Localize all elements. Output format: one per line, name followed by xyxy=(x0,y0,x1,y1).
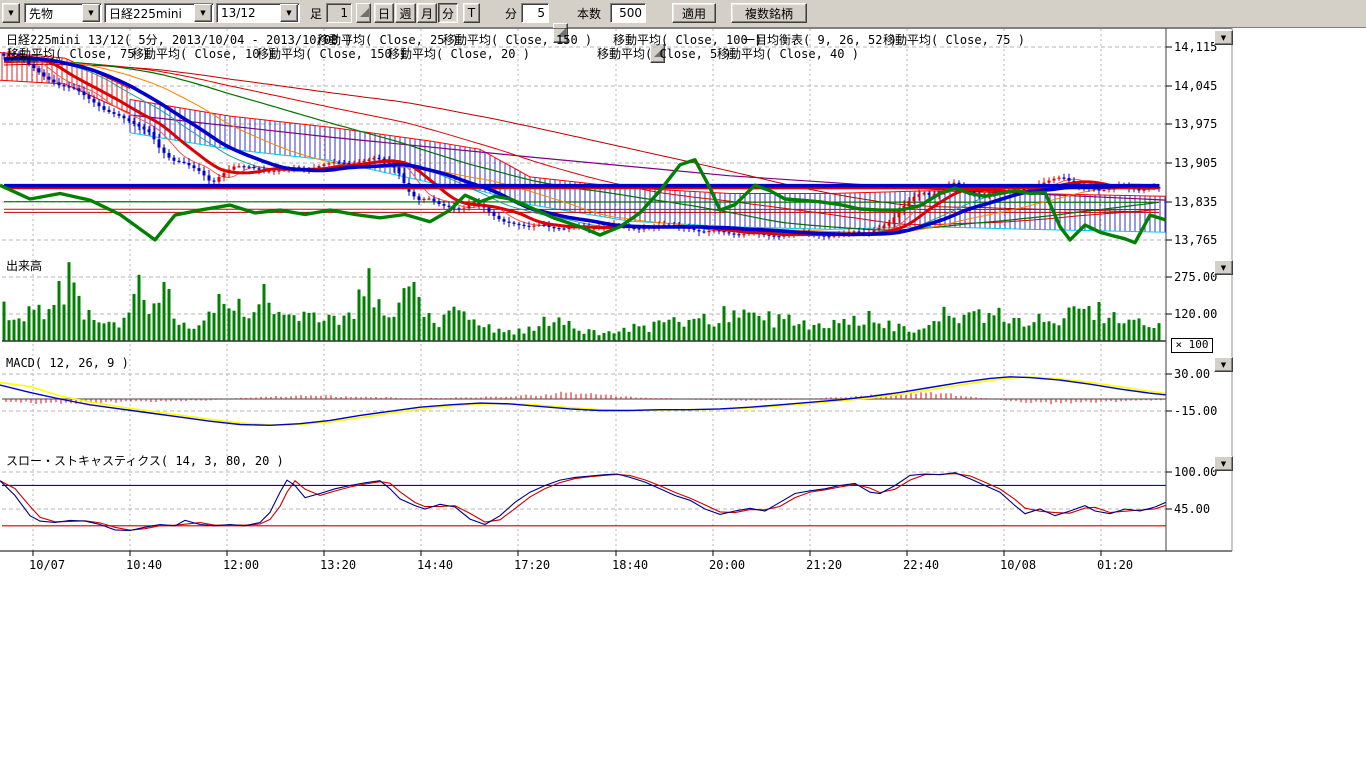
macd-axis-tick-label: 30.00 xyxy=(1174,367,1210,381)
time-axis-tick-label: 01:20 xyxy=(1097,558,1133,572)
time-axis-tick-label: 13:20 xyxy=(320,558,356,572)
volume-axis-tick-label: 275.00 xyxy=(1174,270,1217,284)
bar-type-label: 足 xyxy=(310,3,322,23)
chart-area: 日経225mini 13/12( 5分, 2013/10/04 - 2013/1… xyxy=(0,28,1366,588)
time-axis-tick-label: 10/08 xyxy=(1000,558,1036,572)
category-combobox-value: 先物 xyxy=(25,3,81,24)
macd-pane-options-dropdown[interactable]: ▼ xyxy=(1214,357,1233,372)
contract-month-value: 13/12 xyxy=(217,4,279,22)
bar-count-field[interactable]: 1 xyxy=(326,3,352,23)
minute-label: 分 xyxy=(505,3,517,23)
price-axis-tick-label: 14,045 xyxy=(1174,79,1217,93)
time-axis-tick-label: 20:00 xyxy=(709,558,745,572)
legend-item: 移動平均( Close, 10 ) xyxy=(132,45,274,62)
time-axis-tick-label: 14:40 xyxy=(417,558,453,572)
category-combobox[interactable]: 先物 ▼ xyxy=(24,3,102,23)
price-axis-tick-label: 13,765 xyxy=(1174,233,1217,247)
chevron-down-icon[interactable]: ▼ xyxy=(82,4,100,22)
chevron-down-icon[interactable]: ▼ xyxy=(280,4,298,22)
apply-button[interactable]: 適用 xyxy=(672,3,716,23)
period-week-button[interactable]: 週 xyxy=(395,3,416,23)
multi-symbol-button[interactable]: 複数銘柄 xyxy=(731,3,807,23)
macd-axis-tick-label: -15.00 xyxy=(1174,404,1217,418)
minute-value-field[interactable]: 5 xyxy=(521,3,549,23)
legend-item: 移動平均( Close, 20 ) xyxy=(388,45,530,62)
stochastics-pane-label: スロー・ストキャスティクス( 14, 3, 80, 20 ) xyxy=(6,452,284,469)
symbol-combobox[interactable]: 日経225mini ▼ xyxy=(104,3,214,23)
time-axis-tick-label: 21:20 xyxy=(806,558,842,572)
period-minute-button[interactable]: 分 xyxy=(438,3,458,23)
chevron-down-icon[interactable]: ▼ xyxy=(194,4,212,22)
chart-application-window: ▼ 先物 ▼ 日経225mini ▼ 13/12 ▼ 足 1 日 週 月 分 T… xyxy=(0,0,1366,768)
stochastics-pane-options-dropdown[interactable]: ▼ xyxy=(1214,456,1233,471)
bar-count-spinner[interactable] xyxy=(356,3,371,23)
volume-multiplier-badge: × 100 xyxy=(1171,338,1213,353)
volume-pane-label: 出来高 xyxy=(6,257,42,274)
legend-item: 移動平均( Close, 75 ) xyxy=(883,31,1025,48)
chart-canvas[interactable] xyxy=(0,28,1366,588)
symbol-combobox-value: 日経225mini xyxy=(105,3,193,24)
bar-quantity-field[interactable]: 500 xyxy=(610,3,646,23)
volume-pane-options-dropdown[interactable]: ▼ xyxy=(1214,260,1233,275)
time-axis-tick-label: 10/07 xyxy=(29,558,65,572)
main-pane-options-dropdown[interactable]: ▼ xyxy=(1214,30,1233,45)
legend-item: 移動平均( Close, 150 ) xyxy=(257,45,406,62)
toolbar-menu-dropdown-button[interactable]: ▼ xyxy=(2,3,20,23)
period-day-button[interactable]: 日 xyxy=(374,3,394,23)
legend-item: 移動平均( Close, 75 ) xyxy=(7,45,149,62)
price-axis-tick-label: 13,835 xyxy=(1174,195,1217,209)
price-axis-tick-label: 14,115 xyxy=(1174,40,1217,54)
main-toolbar: ▼ 先物 ▼ 日経225mini ▼ 13/12 ▼ 足 1 日 週 月 分 T… xyxy=(0,0,1366,28)
price-axis-tick-label: 13,975 xyxy=(1174,117,1217,131)
time-axis-tick-label: 10:40 xyxy=(126,558,162,572)
macd-pane-label: MACD( 12, 26, 9 ) xyxy=(6,356,129,370)
period-tick-button[interactable]: T xyxy=(463,3,480,23)
price-axis-tick-label: 13,905 xyxy=(1174,156,1217,170)
time-axis-tick-label: 22:40 xyxy=(903,558,939,572)
stoch-axis-tick-label: 45.00 xyxy=(1174,502,1210,516)
time-axis-tick-label: 17:20 xyxy=(514,558,550,572)
stoch-axis-tick-label: 100.00 xyxy=(1174,465,1217,479)
legend-item: 移動平均( Close, 40 ) xyxy=(717,45,859,62)
period-month-button[interactable]: 月 xyxy=(417,3,437,23)
legend-item: 移動平均( Close, 5 ) xyxy=(597,45,732,62)
chevron-down-icon: ▼ xyxy=(8,9,13,17)
bar-quantity-label: 本数 xyxy=(577,3,601,23)
time-axis-tick-label: 12:00 xyxy=(223,558,259,572)
time-axis-tick-label: 18:40 xyxy=(612,558,648,572)
volume-axis-tick-label: 120.00 xyxy=(1174,307,1217,321)
contract-month-combobox[interactable]: 13/12 ▼ xyxy=(216,3,300,23)
